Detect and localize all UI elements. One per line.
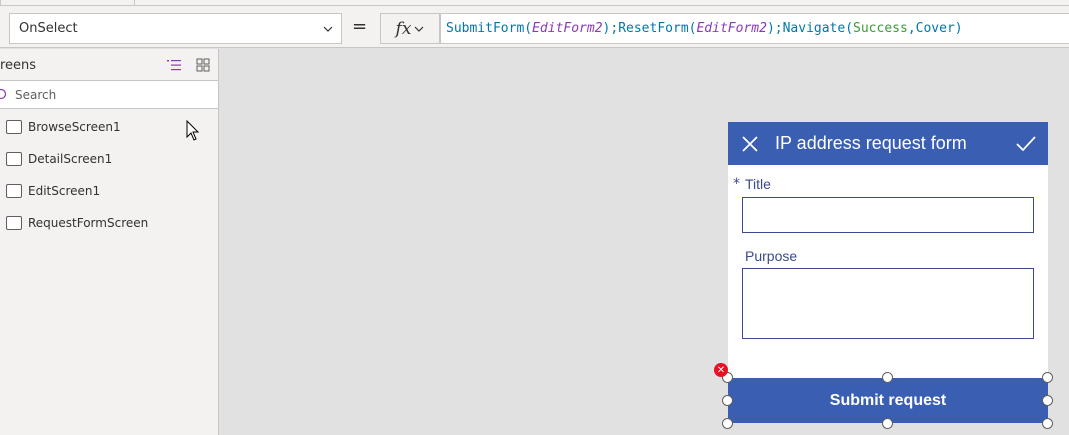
screen-item-edit[interactable]: EditScreen1 (0, 176, 219, 206)
formula-token: ); (602, 21, 619, 36)
formula-input[interactable]: SubmitForm(EditForm2); ResetForm(EditFor… (440, 13, 1069, 44)
mouse-cursor-icon (186, 120, 200, 141)
grid-view-icon[interactable] (195, 57, 211, 73)
formula-token: Success (853, 21, 908, 36)
resize-handle[interactable] (1042, 395, 1053, 406)
close-icon[interactable] (741, 135, 759, 153)
resize-handle[interactable] (722, 418, 733, 429)
form-title: IP address request form (775, 133, 967, 153)
panel-title: reens (0, 58, 37, 73)
screen-item-label: BrowseScreen1 (28, 120, 121, 134)
form-header: IP address request form (728, 122, 1048, 165)
resize-handle[interactable] (882, 372, 893, 383)
search-input[interactable]: Search (0, 80, 219, 109)
fx-icon: fx (395, 18, 412, 39)
resize-handle[interactable] (722, 395, 733, 406)
screen-icon (6, 152, 22, 166)
screen-icon (6, 120, 22, 134)
error-badge-icon[interactable]: ✕ (714, 363, 728, 377)
submit-request-button[interactable]: Submit request (728, 378, 1048, 423)
resize-handle[interactable] (882, 418, 893, 429)
property-dropdown[interactable]: OnSelect (9, 13, 342, 44)
search-icon (0, 88, 7, 100)
purpose-field-label: Purpose (745, 248, 798, 264)
screen-item-detail[interactable]: DetailScreen1 (0, 144, 219, 174)
tree-view-panel: reens Search BrowseScreen1 DetailScreen1… (0, 49, 219, 435)
screen-item-label: RequestFormScreen (28, 216, 149, 230)
screen-item-label: EditScreen1 (28, 184, 101, 198)
chevron-down-icon (323, 26, 333, 32)
required-asterisk: * (733, 176, 740, 192)
search-placeholder: Search (15, 87, 57, 102)
formula-token: SubmitForm( (446, 21, 533, 36)
property-dropdown-value: OnSelect (19, 21, 78, 36)
chevron-down-icon (415, 26, 424, 32)
formula-token: EditForm2 (532, 21, 603, 36)
equals-sign: = (352, 16, 368, 37)
function-button[interactable]: fx (380, 13, 440, 44)
title-field-label: Title (745, 176, 771, 192)
screen-item-label: DetailScreen1 (28, 152, 113, 166)
resize-handle[interactable] (1042, 418, 1053, 429)
formula-token: EditForm2 (696, 21, 767, 36)
title-input[interactable] (742, 197, 1034, 233)
formula-token: ResetForm( (618, 21, 697, 36)
formula-token: );Navigate( (766, 21, 854, 36)
resize-handle[interactable] (1042, 372, 1053, 383)
screen-icon (6, 216, 22, 230)
purpose-input[interactable] (742, 268, 1034, 339)
checkmark-icon[interactable] (1015, 135, 1037, 153)
formula-token: ,Cover) (907, 21, 963, 36)
screen-item-request-form[interactable]: RequestFormScreen (0, 208, 219, 238)
screen-icon (6, 184, 22, 198)
formula-bar: OnSelect = fx SubmitForm(EditForm2); Res… (0, 6, 1069, 48)
list-view-icon[interactable] (166, 57, 182, 73)
